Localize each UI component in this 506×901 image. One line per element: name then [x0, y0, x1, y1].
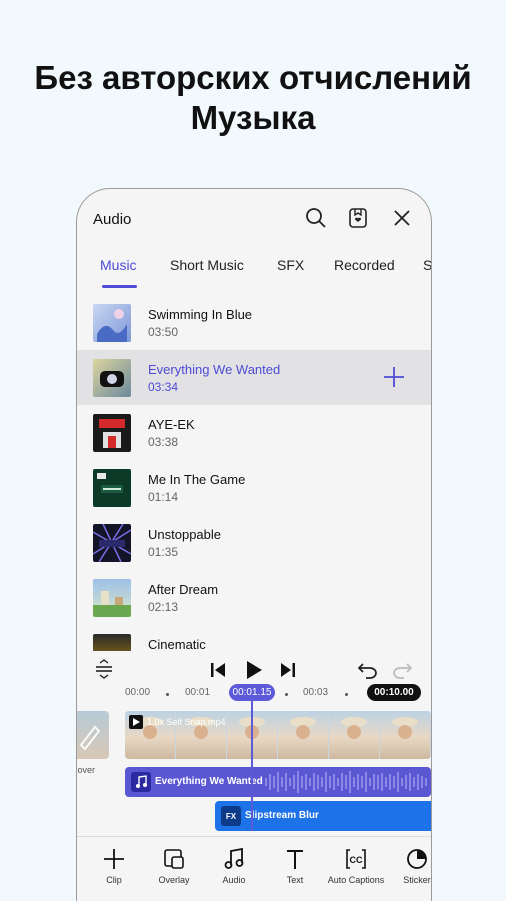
list-item[interactable]: Unstoppable 01:35 — [77, 515, 431, 570]
track-duration: 03:50 — [148, 325, 179, 339]
total-time-badge: 00:10.00 — [367, 684, 421, 701]
album-cover — [93, 469, 131, 507]
track-title: Me In The Game — [148, 472, 246, 487]
list-item-selected[interactable]: Everything We Wanted 03:34 — [77, 350, 431, 405]
tool-overlay[interactable]: Overlay — [144, 847, 204, 886]
cover-thumbnail[interactable] — [77, 711, 109, 759]
skip-previous-icon[interactable] — [207, 659, 229, 681]
list-item[interactable]: Swimming In Blue 03:50 — [77, 295, 431, 350]
headline: Без авторских отчислений Музыка — [0, 58, 506, 138]
track-title: After Dream — [148, 582, 219, 597]
tab-recorded[interactable]: Recorded — [334, 257, 395, 273]
video-clip-name: 1.0x Self Snap.mp4 — [147, 717, 226, 727]
album-cover — [93, 634, 131, 651]
overlay-icon — [144, 847, 204, 871]
search-icon[interactable] — [303, 205, 329, 231]
tool-auto-captions[interactable]: CC Auto Captions — [326, 847, 386, 886]
video-icon — [129, 715, 143, 729]
effect-clip[interactable]: FX Slipstream Blur — [215, 801, 431, 831]
tab-more[interactable]: S — [423, 257, 431, 273]
video-clip-label: 1.0x Self Snap.mp4 — [129, 715, 226, 729]
ruler-dot — [285, 693, 288, 696]
add-clip-icon — [84, 847, 144, 871]
tab-music[interactable]: Music — [100, 257, 137, 273]
skip-next-icon[interactable] — [277, 659, 299, 681]
tool-text[interactable]: Text — [265, 847, 325, 886]
track-duration: 02:13 — [148, 600, 179, 614]
track-duration: 03:38 — [148, 435, 179, 449]
track-duration: 01:14 — [148, 490, 179, 504]
album-cover — [93, 414, 131, 452]
tab-short-music[interactable]: Short Music — [170, 257, 244, 273]
effect-clip-name: Slipstream Blur — [245, 810, 319, 821]
tool-label: Overlay — [158, 875, 190, 885]
track-title: AYE-EK — [148, 417, 195, 432]
music-note-icon — [204, 847, 264, 871]
list-item[interactable]: Cinematic — [77, 625, 431, 651]
list-item[interactable]: After Dream 02:13 — [77, 570, 431, 625]
tool-label: Auto Captions — [327, 875, 385, 885]
tool-label: Sticker — [403, 875, 431, 885]
add-track-icon[interactable] — [383, 366, 405, 388]
track-duration: 03:34 — [148, 380, 179, 394]
music-note-icon — [131, 772, 151, 792]
track-title: Cinematic — [148, 637, 206, 651]
sticker-icon — [387, 847, 431, 871]
tab-sfx[interactable]: SFX — [277, 257, 304, 273]
headline-line-2: Музыка — [190, 99, 316, 136]
video-clip[interactable]: 1.0x Self Snap.mp4 — [125, 711, 431, 759]
tool-sticker[interactable]: Sticker — [387, 847, 431, 886]
text-icon — [265, 847, 325, 871]
tool-label: Text — [286, 875, 304, 885]
audio-clip[interactable]: Everything We Wanted — [125, 767, 431, 797]
track-title: Unstoppable — [148, 527, 221, 542]
audio-header: Audio — [77, 189, 431, 249]
cover-label: Cover — [77, 765, 96, 775]
ruler-label: 00:01 — [185, 687, 211, 698]
timeline-editor: 00:00 00:01 00:03 00:01.15 00:10.00 Cove… — [77, 651, 431, 901]
active-tab-indicator — [102, 285, 137, 288]
tool-clip[interactable]: Clip — [84, 847, 144, 886]
tool-label: Audio — [222, 875, 246, 885]
close-icon[interactable] — [389, 205, 415, 231]
play-icon[interactable] — [243, 659, 265, 681]
audio-tabs: Music Short Music SFX Recorded S — [77, 249, 431, 289]
playhead[interactable] — [251, 701, 253, 831]
album-cover — [93, 579, 131, 617]
bottom-toolbar: Clip Overlay Audio Text CC Auto Captions… — [77, 836, 431, 901]
ruler-dot — [166, 693, 169, 696]
track-duration: 01:35 — [148, 545, 179, 559]
album-cover — [93, 524, 131, 562]
waveform — [265, 771, 427, 793]
list-item[interactable]: Me In The Game 01:14 — [77, 460, 431, 515]
ruler-label: 00:03 — [303, 687, 329, 698]
undo-icon[interactable] — [357, 659, 379, 681]
redo-icon[interactable] — [391, 659, 413, 681]
headline-line-1: Без авторских отчислений — [34, 59, 472, 96]
ruler-label: 00:00 — [125, 687, 151, 698]
list-item[interactable]: AYE-EK 03:38 — [77, 405, 431, 460]
tool-label: Clip — [106, 875, 122, 885]
saved-icon[interactable] — [345, 205, 371, 231]
tool-audio[interactable]: Audio — [204, 847, 264, 886]
audio-clip-name: Everything We Wanted — [155, 776, 263, 787]
collapse-timeline-icon[interactable] — [93, 659, 115, 681]
album-cover — [93, 304, 131, 342]
fx-icon: FX — [221, 806, 241, 826]
track-title: Swimming In Blue — [148, 307, 253, 322]
captions-icon: CC — [326, 847, 386, 871]
ruler-dot — [345, 693, 348, 696]
album-cover — [93, 359, 131, 397]
music-list: Swimming In Blue 03:50 Everything We Wan… — [77, 295, 431, 651]
track-title: Everything We Wanted — [148, 362, 281, 377]
svg-text:CC: CC — [350, 855, 363, 865]
screen-title: Audio — [93, 211, 132, 228]
phone-frame: Audio Music Short Music SFX Recorded S S… — [76, 188, 432, 901]
current-time-badge: 00:01.15 — [229, 684, 275, 701]
